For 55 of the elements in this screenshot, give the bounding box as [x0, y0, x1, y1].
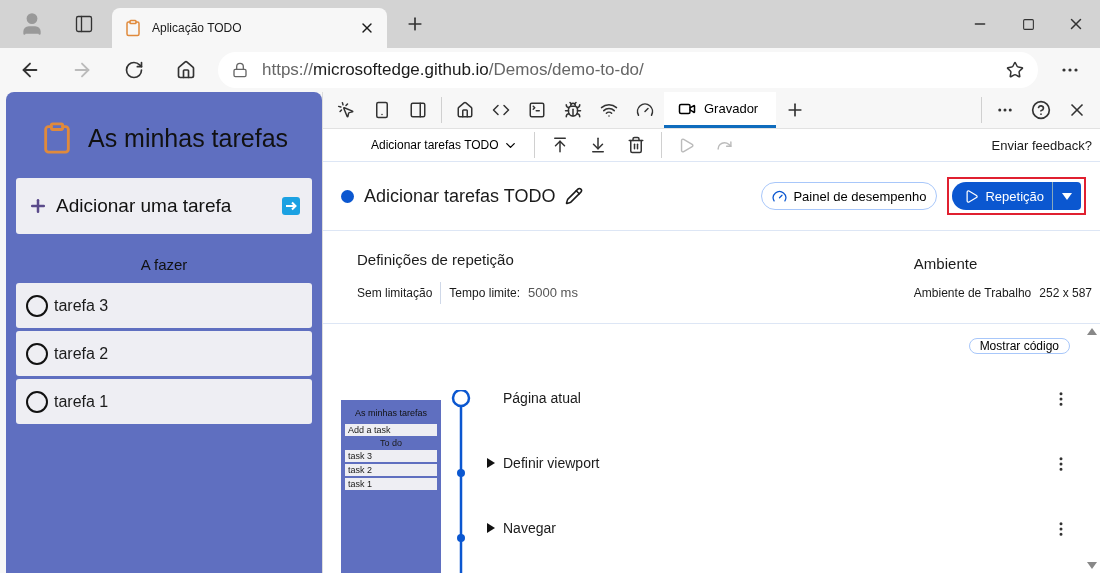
timeout-label: Tempo limite: [449, 285, 521, 300]
expand-triangle-icon[interactable] [487, 458, 495, 468]
plus-icon [28, 196, 48, 216]
address-bar[interactable]: https://microsoftedge.github.io/Demos/demo-to-do/ [218, 52, 1038, 88]
play-icon [964, 188, 980, 204]
recording-select[interactable]: Adicionar tarefas TODO [363, 131, 526, 159]
viewport-size: 252 x 587 [1039, 285, 1092, 300]
recording-title: Adicionar tarefas TODO [364, 185, 556, 207]
task-label: tarefa 2 [54, 344, 109, 363]
home-icon [176, 60, 196, 80]
step-label[interactable]: Página atual [503, 390, 581, 406]
favorite-star-icon[interactable] [1006, 61, 1024, 79]
add-task-button[interactable]: Adicionar uma tarefa [16, 178, 312, 234]
step-label[interactable]: Definir viewport [503, 455, 600, 471]
section-heading: Definições de repetição [357, 250, 515, 268]
step-label[interactable]: Navegar [503, 520, 556, 536]
clipboard-icon [124, 19, 142, 37]
pencil-icon[interactable] [565, 187, 584, 205]
thumbnail-task: task 3 [345, 450, 437, 462]
environment-device: Ambiente de Trabalho [913, 285, 1032, 300]
browser-tab[interactable]: Aplicação TODO [112, 8, 387, 48]
task-item[interactable]: tarefa 1 [16, 379, 312, 424]
task-item[interactable]: tarefa 2 [16, 331, 312, 376]
thumbnail-section: To do [345, 438, 437, 448]
throttling-value[interactable]: Sem limitação [357, 285, 433, 300]
thumbnail-task: task 1 [345, 478, 437, 490]
expand-triangle-icon[interactable] [487, 523, 495, 533]
feedback-link[interactable]: Enviar feedback? [991, 137, 1092, 153]
section-heading: Ambiente [913, 254, 979, 272]
thumbnail-add-task: Add a task [345, 424, 437, 436]
task-label: tarefa 3 [54, 296, 109, 315]
task-label: tarefa 1 [54, 392, 109, 411]
task-checkbox[interactable] [26, 294, 48, 317]
lock-icon [232, 62, 248, 78]
thumbnail-title: As minhas tarefas [354, 408, 428, 418]
section-heading: A fazer [139, 256, 189, 273]
caret-icon [1062, 192, 1072, 200]
tab-actions-icon [74, 14, 94, 34]
app-title: As minhas tarefas [87, 123, 289, 153]
scroll-down-icon[interactable] [1087, 562, 1097, 569]
task-checkbox[interactable] [26, 390, 48, 413]
timeout-value[interactable]: 5000 ms [528, 285, 578, 300]
devtools-tab[interactable]: Gravador [664, 92, 776, 128]
performance-button[interactable]: Painel de desempenho [761, 182, 938, 210]
task-item[interactable]: tarefa 3 [16, 283, 312, 328]
tab-title: Aplicação TODO [152, 21, 243, 35]
maximize-icon[interactable] [1021, 17, 1035, 31]
refresh-icon [124, 60, 144, 80]
show-code-button[interactable]: Mostrar código [968, 338, 1070, 354]
scroll-up-icon[interactable] [1087, 328, 1097, 335]
gauge-icon [772, 188, 788, 204]
task-checkbox[interactable] [26, 342, 48, 365]
recording-dot [341, 189, 354, 203]
more-icon [1062, 68, 1078, 72]
thumbnail-task: task 2 [345, 464, 437, 476]
